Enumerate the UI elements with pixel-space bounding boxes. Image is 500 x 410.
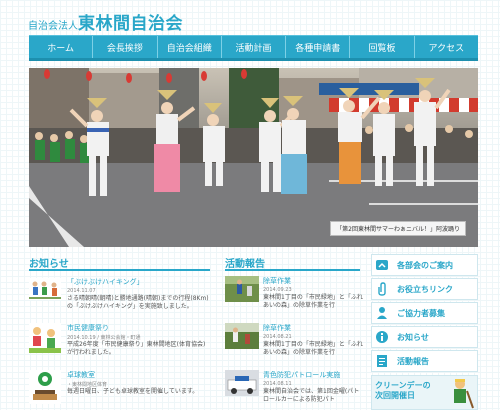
people-icon: [372, 259, 392, 271]
site-logo[interactable]: 自治会法人東林間自治会: [28, 9, 183, 34]
activity-thumbnail[interactable]: [225, 276, 259, 302]
news-item-subtitle: ・東林間地区体育: [67, 382, 108, 388]
sidebar-item-label: 活動報告: [397, 356, 429, 366]
news-item-date: 2014.10.19 / 東林公会館・町通: [67, 335, 141, 341]
site-subtitle: 自治会法人: [28, 21, 78, 32]
clean-day-title-line2: 次回開催日: [375, 391, 415, 400]
sidebar-item-label: お知らせ: [397, 332, 429, 342]
news-item-date: 2014.11.07: [67, 288, 96, 294]
sidebar-item-volunteers[interactable]: ご協力者募集: [371, 302, 478, 324]
activity-section-title: 活動報告: [225, 259, 265, 270]
news-thumbnail[interactable]: [29, 370, 61, 404]
site-title: 東林間自治会: [78, 14, 183, 34]
activity-item-body: 東林間自治会では、第1回金曜(パトロールカーによる防犯パト: [263, 388, 360, 403]
cleaning-volunteer-illustration: [454, 379, 474, 409]
table-tennis-illustration: [29, 370, 61, 404]
news-section-title: お知らせ: [29, 259, 69, 270]
sidebar-item-links[interactable]: お役立ちリンク: [371, 278, 478, 300]
activity-section-divider: [225, 269, 360, 271]
activity-thumbnail[interactable]: [225, 370, 259, 396]
nav-organization[interactable]: 自治会組織: [158, 36, 222, 59]
nav-circular[interactable]: 回覧板: [350, 36, 415, 59]
activity-thumbnail[interactable]: [225, 323, 259, 349]
nav-underline: [29, 58, 478, 61]
clean-day-title-line1: クリーンデーの: [375, 381, 431, 390]
person-icon: [372, 306, 392, 320]
document-icon: [372, 354, 392, 368]
news-item-title[interactable]: 市民健康祭り: [67, 323, 109, 333]
activity-item-date: 2014.08.11: [263, 381, 292, 387]
weeding-photo: [225, 323, 259, 349]
paperclip-icon: [372, 282, 392, 296]
news-thumbnail[interactable]: [29, 278, 61, 300]
news-item-body: 毎週日曜日、子ども卓球教室を開催しています。: [67, 388, 199, 395]
sidebar-item-label: 各部会のご案内: [397, 260, 453, 270]
news-item-title[interactable]: 卓球教室: [67, 370, 95, 380]
weeding-photo: [225, 276, 259, 302]
news-item-body: 平成26年度「市民健康祭り」東林間地区(体育協会)が行われました。: [67, 341, 206, 356]
activity-item-title[interactable]: 青色防犯パトロール実施: [263, 370, 340, 380]
news-thumbnail[interactable]: [29, 323, 61, 353]
sidebar-item-news[interactable]: お知らせ: [371, 326, 478, 348]
patrol-car-photo: [225, 370, 259, 396]
news-section-divider: [29, 269, 210, 271]
nav-activity-plan[interactable]: 活動計画: [222, 36, 287, 59]
hero-caption: 「第2回東林間サマーわぁニバル！」阿波踊り: [330, 221, 466, 236]
sidebar-item-label: お役立ちリンク: [397, 284, 453, 294]
activity-item-body: 東林間1丁目の「市民緑地」と「ふれあいの森」の除草作業を行: [263, 341, 363, 356]
hero-image: 「第2回東林間サマーわぁニバル！」阿波踊り: [29, 68, 478, 247]
hiking-illustration: [29, 278, 61, 300]
news-item-title[interactable]: 「ぶけぶけハイキング」: [67, 277, 144, 287]
sidebar-item-committees[interactable]: 各部会のご案内: [371, 254, 478, 276]
info-icon: [372, 330, 392, 344]
activity-item-title[interactable]: 除草作業: [263, 323, 291, 333]
sidebar-item-activity[interactable]: 活動報告: [371, 350, 478, 372]
nav-home[interactable]: ホーム: [29, 36, 94, 59]
nav-applications[interactable]: 各種申請書: [286, 36, 351, 59]
clean-day-banner[interactable]: クリーンデーの 次回開催日: [371, 375, 478, 410]
main-nav: ホーム 会長挨拶 自治会組織 活動計画 各種申請書 回覧板 アクセス: [29, 35, 478, 59]
activity-item-date: 2014.09.23: [263, 287, 292, 293]
sidebar-item-label: ご協力者募集: [397, 308, 445, 318]
health-festival-illustration: [29, 323, 61, 353]
nav-chairman-greeting[interactable]: 会長挨拶: [93, 36, 158, 59]
activity-item-date: 2014.08.21: [263, 334, 292, 340]
activity-item-title[interactable]: 除草作業: [263, 276, 291, 286]
activity-item-body: 東林間1丁目の「市民緑地」と「ふれあいの森」の除草作業を行: [263, 294, 363, 309]
news-item-body: さる晴朝晴(朝晴)と勝地通路(晴朝)までの行程(8Km)の「ぶけぶけハイキング」…: [67, 295, 209, 310]
nav-access[interactable]: アクセス: [415, 36, 478, 59]
